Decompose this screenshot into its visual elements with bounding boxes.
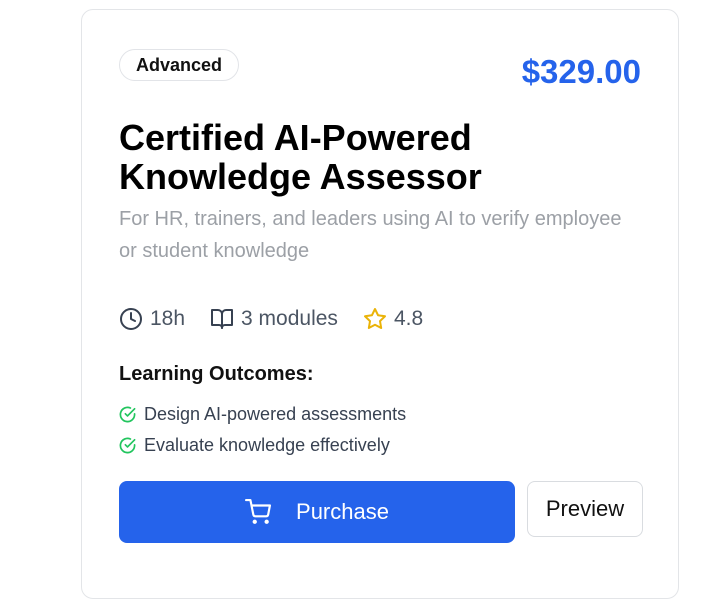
- course-stats: 18h 3 modules 4.8: [119, 304, 448, 334]
- star-icon: [363, 308, 386, 330]
- outcomes-heading: Learning Outcomes:: [119, 363, 314, 385]
- modules-value: 3 modules: [241, 307, 338, 330]
- duration-stat: 18h: [119, 307, 185, 331]
- rating-stat: 4.8: [363, 307, 423, 331]
- shopping-cart-icon: [245, 499, 272, 524]
- clock-icon: [120, 308, 142, 330]
- check-circle-icon: [119, 406, 136, 423]
- rating-value: 4.8: [393, 307, 424, 330]
- book-open-icon: [211, 309, 234, 329]
- course-card: Advanced $329.00 Certified AI-Powered Kn…: [81, 9, 679, 599]
- outcome-text: Design AI-powered assessments: [144, 404, 407, 424]
- level-badge: Advanced: [119, 49, 240, 81]
- check-circle-icon: [119, 437, 136, 454]
- outcome-item: Design AI-powered assessments: [119, 399, 406, 430]
- purchase-button[interactable]: Purchase: [119, 481, 515, 543]
- course-title: Certified AI-Powered Knowledge Assessor: [119, 117, 482, 197]
- outcomes-list: Design AI-powered assessments Evaluate k…: [119, 399, 406, 461]
- course-description: For HR, trainers, and leaders using AI t…: [119, 208, 622, 262]
- outcome-item: Evaluate knowledge effectively: [119, 430, 406, 461]
- duration-value: 18h: [150, 307, 186, 330]
- purchase-label: Purchase: [296, 499, 389, 524]
- outcome-text: Evaluate knowledge effectively: [144, 435, 390, 455]
- preview-button[interactable]: Preview: [527, 481, 643, 537]
- course-price: $329.00: [521, 53, 641, 90]
- modules-stat: 3 modules: [210, 307, 338, 331]
